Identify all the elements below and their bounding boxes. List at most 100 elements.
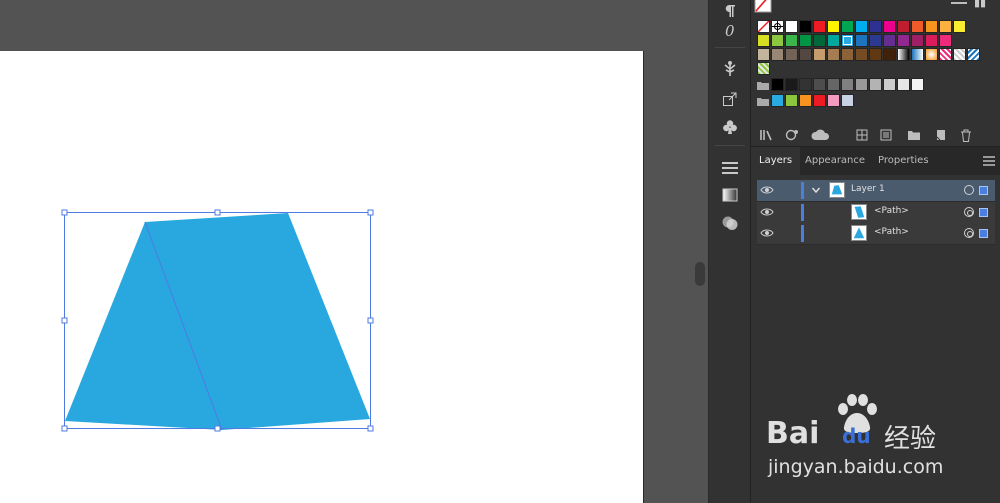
transparency-panel-icon[interactable] (718, 212, 742, 234)
new-swatch-icon[interactable] (932, 127, 950, 143)
pattern-swatch[interactable] (939, 48, 952, 61)
swatch-libraries-icon[interactable] (759, 127, 777, 143)
color-group-folder-icon[interactable] (757, 81, 769, 90)
layer-row-path-1[interactable]: <Path> (757, 202, 995, 224)
chevron-down-icon[interactable] (811, 185, 821, 195)
color-swatch[interactable] (911, 20, 924, 33)
tab-properties[interactable]: Properties (870, 147, 937, 175)
color-swatch[interactable] (799, 20, 812, 33)
paragraph-icon[interactable] (718, 0, 742, 22)
color-swatch[interactable] (911, 34, 924, 47)
color-swatch[interactable] (785, 34, 798, 47)
handle-middle-left[interactable] (61, 317, 68, 324)
color-swatch[interactable] (869, 20, 882, 33)
color-swatch[interactable] (813, 94, 826, 107)
color-swatch[interactable] (897, 20, 910, 33)
color-swatch[interactable] (799, 94, 812, 107)
color-swatch[interactable] (785, 94, 798, 107)
selection-indicator[interactable] (979, 208, 988, 217)
color-swatch[interactable] (771, 78, 784, 91)
selection-indicator[interactable] (979, 229, 988, 238)
swatch-options-icon[interactable] (853, 127, 871, 143)
cloud-library-icon[interactable] (809, 127, 833, 143)
color-swatch[interactable] (939, 34, 952, 47)
fill-stroke-indicator[interactable] (754, 0, 774, 14)
swatch-list-icon[interactable] (877, 127, 895, 143)
color-swatch[interactable] (883, 34, 896, 47)
handle-top-right[interactable] (367, 209, 374, 216)
pattern-swatch[interactable] (897, 48, 910, 61)
color-swatch[interactable] (897, 78, 910, 91)
show-swatch-kinds-icon[interactable] (783, 127, 801, 143)
handle-bottom-left[interactable] (61, 425, 68, 432)
color-swatch[interactable] (827, 78, 840, 91)
color-swatch[interactable] (785, 78, 798, 91)
color-swatch[interactable] (757, 48, 770, 61)
color-swatch[interactable] (771, 34, 784, 47)
color-swatch[interactable] (813, 78, 826, 91)
color-group-folder-icon[interactable] (757, 97, 769, 106)
stroke-panel-icon[interactable] (718, 157, 742, 179)
visibility-eye-icon[interactable] (760, 206, 774, 218)
color-swatch[interactable] (827, 94, 840, 107)
export-asset-icon[interactable] (718, 88, 742, 110)
document-canvas[interactable] (0, 0, 692, 503)
color-swatch[interactable] (841, 94, 854, 107)
panel-menu-icon[interactable] (983, 156, 995, 166)
tab-layers[interactable]: Layers (751, 147, 801, 175)
tab-appearance[interactable]: Appearance (797, 147, 873, 175)
color-swatch[interactable] (883, 78, 896, 91)
color-swatch[interactable] (925, 34, 938, 47)
color-swatch[interactable] (771, 48, 784, 61)
swatch-view-icon[interactable]: ▮▮ (974, 0, 990, 8)
color-swatch[interactable] (813, 20, 826, 33)
pattern-swatch[interactable] (911, 48, 924, 61)
delete-swatch-icon[interactable] (957, 127, 975, 143)
selection-indicator[interactable] (979, 186, 988, 195)
scrollbar-thumb[interactable] (695, 262, 705, 286)
color-swatch[interactable] (799, 34, 812, 47)
registration-swatch[interactable] (771, 20, 784, 33)
color-swatch[interactable] (827, 20, 840, 33)
color-swatch[interactable] (869, 78, 882, 91)
color-swatch[interactable] (813, 34, 826, 47)
color-swatch[interactable] (897, 34, 910, 47)
color-swatch[interactable] (855, 48, 868, 61)
color-swatch[interactable] (883, 20, 896, 33)
handle-top-center[interactable] (214, 209, 221, 216)
target-circle-icon[interactable] (964, 207, 974, 217)
color-swatch[interactable] (799, 78, 812, 91)
handle-middle-right[interactable] (367, 317, 374, 324)
target-circle-icon[interactable] (964, 228, 974, 238)
color-swatch[interactable] (883, 48, 896, 61)
color-swatch[interactable] (855, 78, 868, 91)
minimize-bar-icon[interactable] (951, 2, 967, 4)
color-swatch[interactable] (841, 48, 854, 61)
new-color-group-icon[interactable] (905, 127, 923, 143)
color-swatch[interactable] (841, 34, 854, 47)
color-swatch[interactable] (869, 34, 882, 47)
color-swatch[interactable] (827, 34, 840, 47)
color-swatch[interactable] (869, 48, 882, 61)
color-swatch[interactable] (785, 20, 798, 33)
pattern-swatch[interactable] (953, 48, 966, 61)
handle-top-left[interactable] (61, 209, 68, 216)
color-swatch[interactable] (827, 48, 840, 61)
gradient-panel-icon[interactable] (718, 184, 742, 206)
color-swatch[interactable] (911, 78, 924, 91)
color-swatch[interactable] (855, 34, 868, 47)
artwork-layer[interactable] (0, 0, 692, 503)
color-swatch[interactable] (953, 20, 966, 33)
color-swatch[interactable] (785, 48, 798, 61)
visibility-eye-icon[interactable] (760, 227, 774, 239)
color-swatch[interactable] (841, 20, 854, 33)
handle-bottom-right[interactable] (367, 425, 374, 432)
color-swatch[interactable] (841, 78, 854, 91)
color-swatch[interactable] (757, 34, 770, 47)
pattern-swatch[interactable] (967, 48, 980, 61)
handle-bottom-center[interactable] (214, 425, 221, 432)
pattern-swatch[interactable] (925, 48, 938, 61)
vertical-scrollbar[interactable] (692, 0, 708, 503)
color-swatch[interactable] (813, 48, 826, 61)
pattern-swatch[interactable] (757, 62, 770, 75)
